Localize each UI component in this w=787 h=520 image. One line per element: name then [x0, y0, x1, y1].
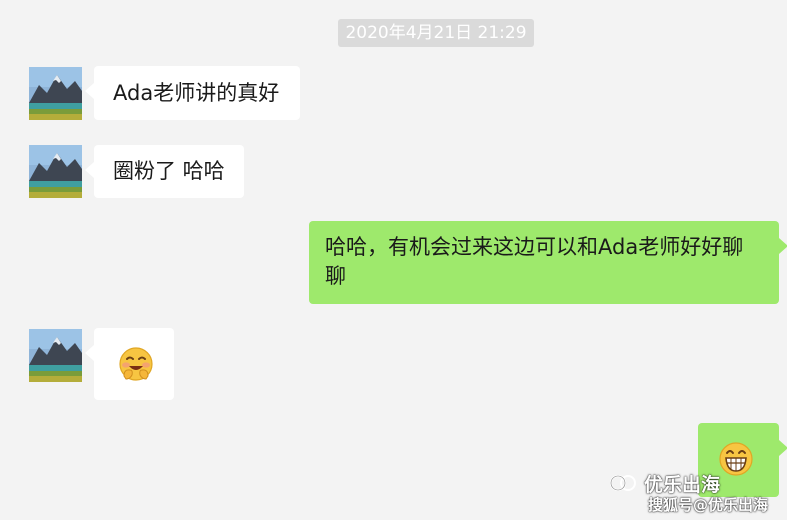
incoming-message-bubble[interactable]: 圈粉了 哈哈 [85, 145, 244, 198]
outgoing-message-bubble[interactable]: 哈哈，有机会过来这边可以和Ada老师好好聊聊 [309, 221, 787, 304]
contact-avatar[interactable] [29, 329, 82, 382]
watermark-title: 优乐出海 [644, 474, 721, 496]
wechat-official-account-icon [608, 473, 638, 497]
message-text: 圈粉了 哈哈 [113, 159, 225, 183]
message-text: 哈哈，有机会过来这边可以和Ada老师好好聊聊 [325, 235, 744, 288]
incoming-message-bubble[interactable]: Ada老师讲的真好 [85, 66, 300, 120]
watermark: 优乐出海 搜狐号@优乐出海 [608, 470, 784, 518]
contact-avatar[interactable] [29, 67, 82, 120]
contact-avatar[interactable] [29, 145, 82, 198]
blushing-grin-emoji-icon [118, 346, 154, 387]
message-text: Ada老师讲的真好 [113, 81, 280, 105]
watermark-source: 搜狐号@优乐出海 [648, 496, 769, 514]
message-timestamp: 2020年4月21日 21:29 [338, 19, 534, 47]
incoming-message-bubble[interactable] [85, 328, 174, 400]
